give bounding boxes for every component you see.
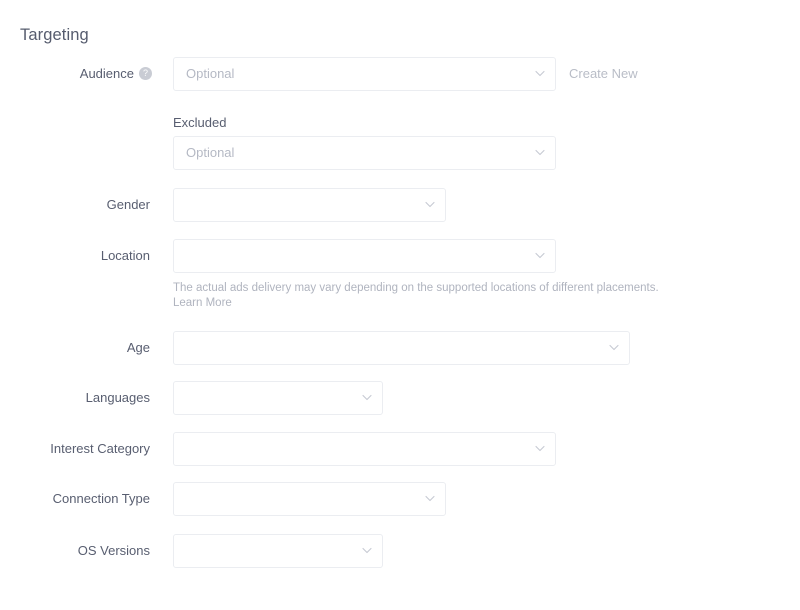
age-label: Age xyxy=(126,340,150,355)
age-select[interactable] xyxy=(173,331,630,365)
form-row-audience: Audience ? Optional Create New xyxy=(0,57,800,91)
audience-label: Audience xyxy=(79,66,134,81)
form-row-location: Location xyxy=(0,239,800,273)
form-row-os-versions: OS Versions xyxy=(0,534,800,568)
location-helper-sentence: The actual ads delivery may vary dependi… xyxy=(173,282,659,294)
form-row-interest-category: Interest Category xyxy=(0,432,800,466)
chevron-down-icon xyxy=(535,70,545,77)
connection-type-label: Connection Type xyxy=(52,491,150,506)
form-row-connection-type: Connection Type xyxy=(0,482,800,516)
connection-type-value xyxy=(186,483,415,515)
location-select[interactable] xyxy=(173,239,556,273)
form-row-excluded: Optional xyxy=(0,136,800,170)
chevron-down-icon xyxy=(609,344,619,351)
location-helper-text: The actual ads delivery may vary dependi… xyxy=(173,281,659,311)
interest-category-select[interactable] xyxy=(173,432,556,466)
excluded-label: Excluded xyxy=(173,115,227,130)
chevron-down-icon xyxy=(425,201,435,208)
chevron-down-icon xyxy=(535,149,545,156)
location-label: Location xyxy=(100,248,150,263)
gender-label: Gender xyxy=(106,197,150,212)
excluded-audience-select[interactable]: Optional xyxy=(173,136,556,170)
os-versions-label: OS Versions xyxy=(77,543,150,558)
help-circle-icon[interactable]: ? xyxy=(139,67,152,80)
connection-type-select[interactable] xyxy=(173,482,446,516)
audience-value: Optional xyxy=(186,66,235,81)
gender-select[interactable] xyxy=(173,188,446,222)
languages-select[interactable] xyxy=(173,381,383,415)
targeting-panel: Targeting Audience ? Optional Create New… xyxy=(0,0,800,610)
chevron-down-icon xyxy=(425,495,435,502)
create-new-audience-link[interactable]: Create New xyxy=(569,57,638,91)
chevron-down-icon xyxy=(362,394,372,401)
os-versions-select[interactable] xyxy=(173,534,383,568)
excluded-audience-value: Optional xyxy=(186,145,235,160)
form-row-gender: Gender xyxy=(0,188,800,222)
chevron-down-icon xyxy=(535,445,545,452)
location-learn-more-link[interactable]: Learn More xyxy=(173,296,659,311)
form-row-age: Age xyxy=(0,331,800,365)
chevron-down-icon xyxy=(535,252,545,259)
age-value xyxy=(186,332,599,364)
location-value xyxy=(186,240,525,272)
interest-category-value xyxy=(186,433,525,465)
os-versions-value xyxy=(186,535,352,567)
languages-label: Languages xyxy=(85,390,150,405)
gender-value xyxy=(186,189,415,221)
page-title: Targeting xyxy=(20,26,89,44)
audience-select[interactable]: Optional xyxy=(173,57,556,91)
languages-value xyxy=(186,382,352,414)
interest-category-label: Interest Category xyxy=(50,441,150,456)
chevron-down-icon xyxy=(362,547,372,554)
form-row-languages: Languages xyxy=(0,381,800,415)
